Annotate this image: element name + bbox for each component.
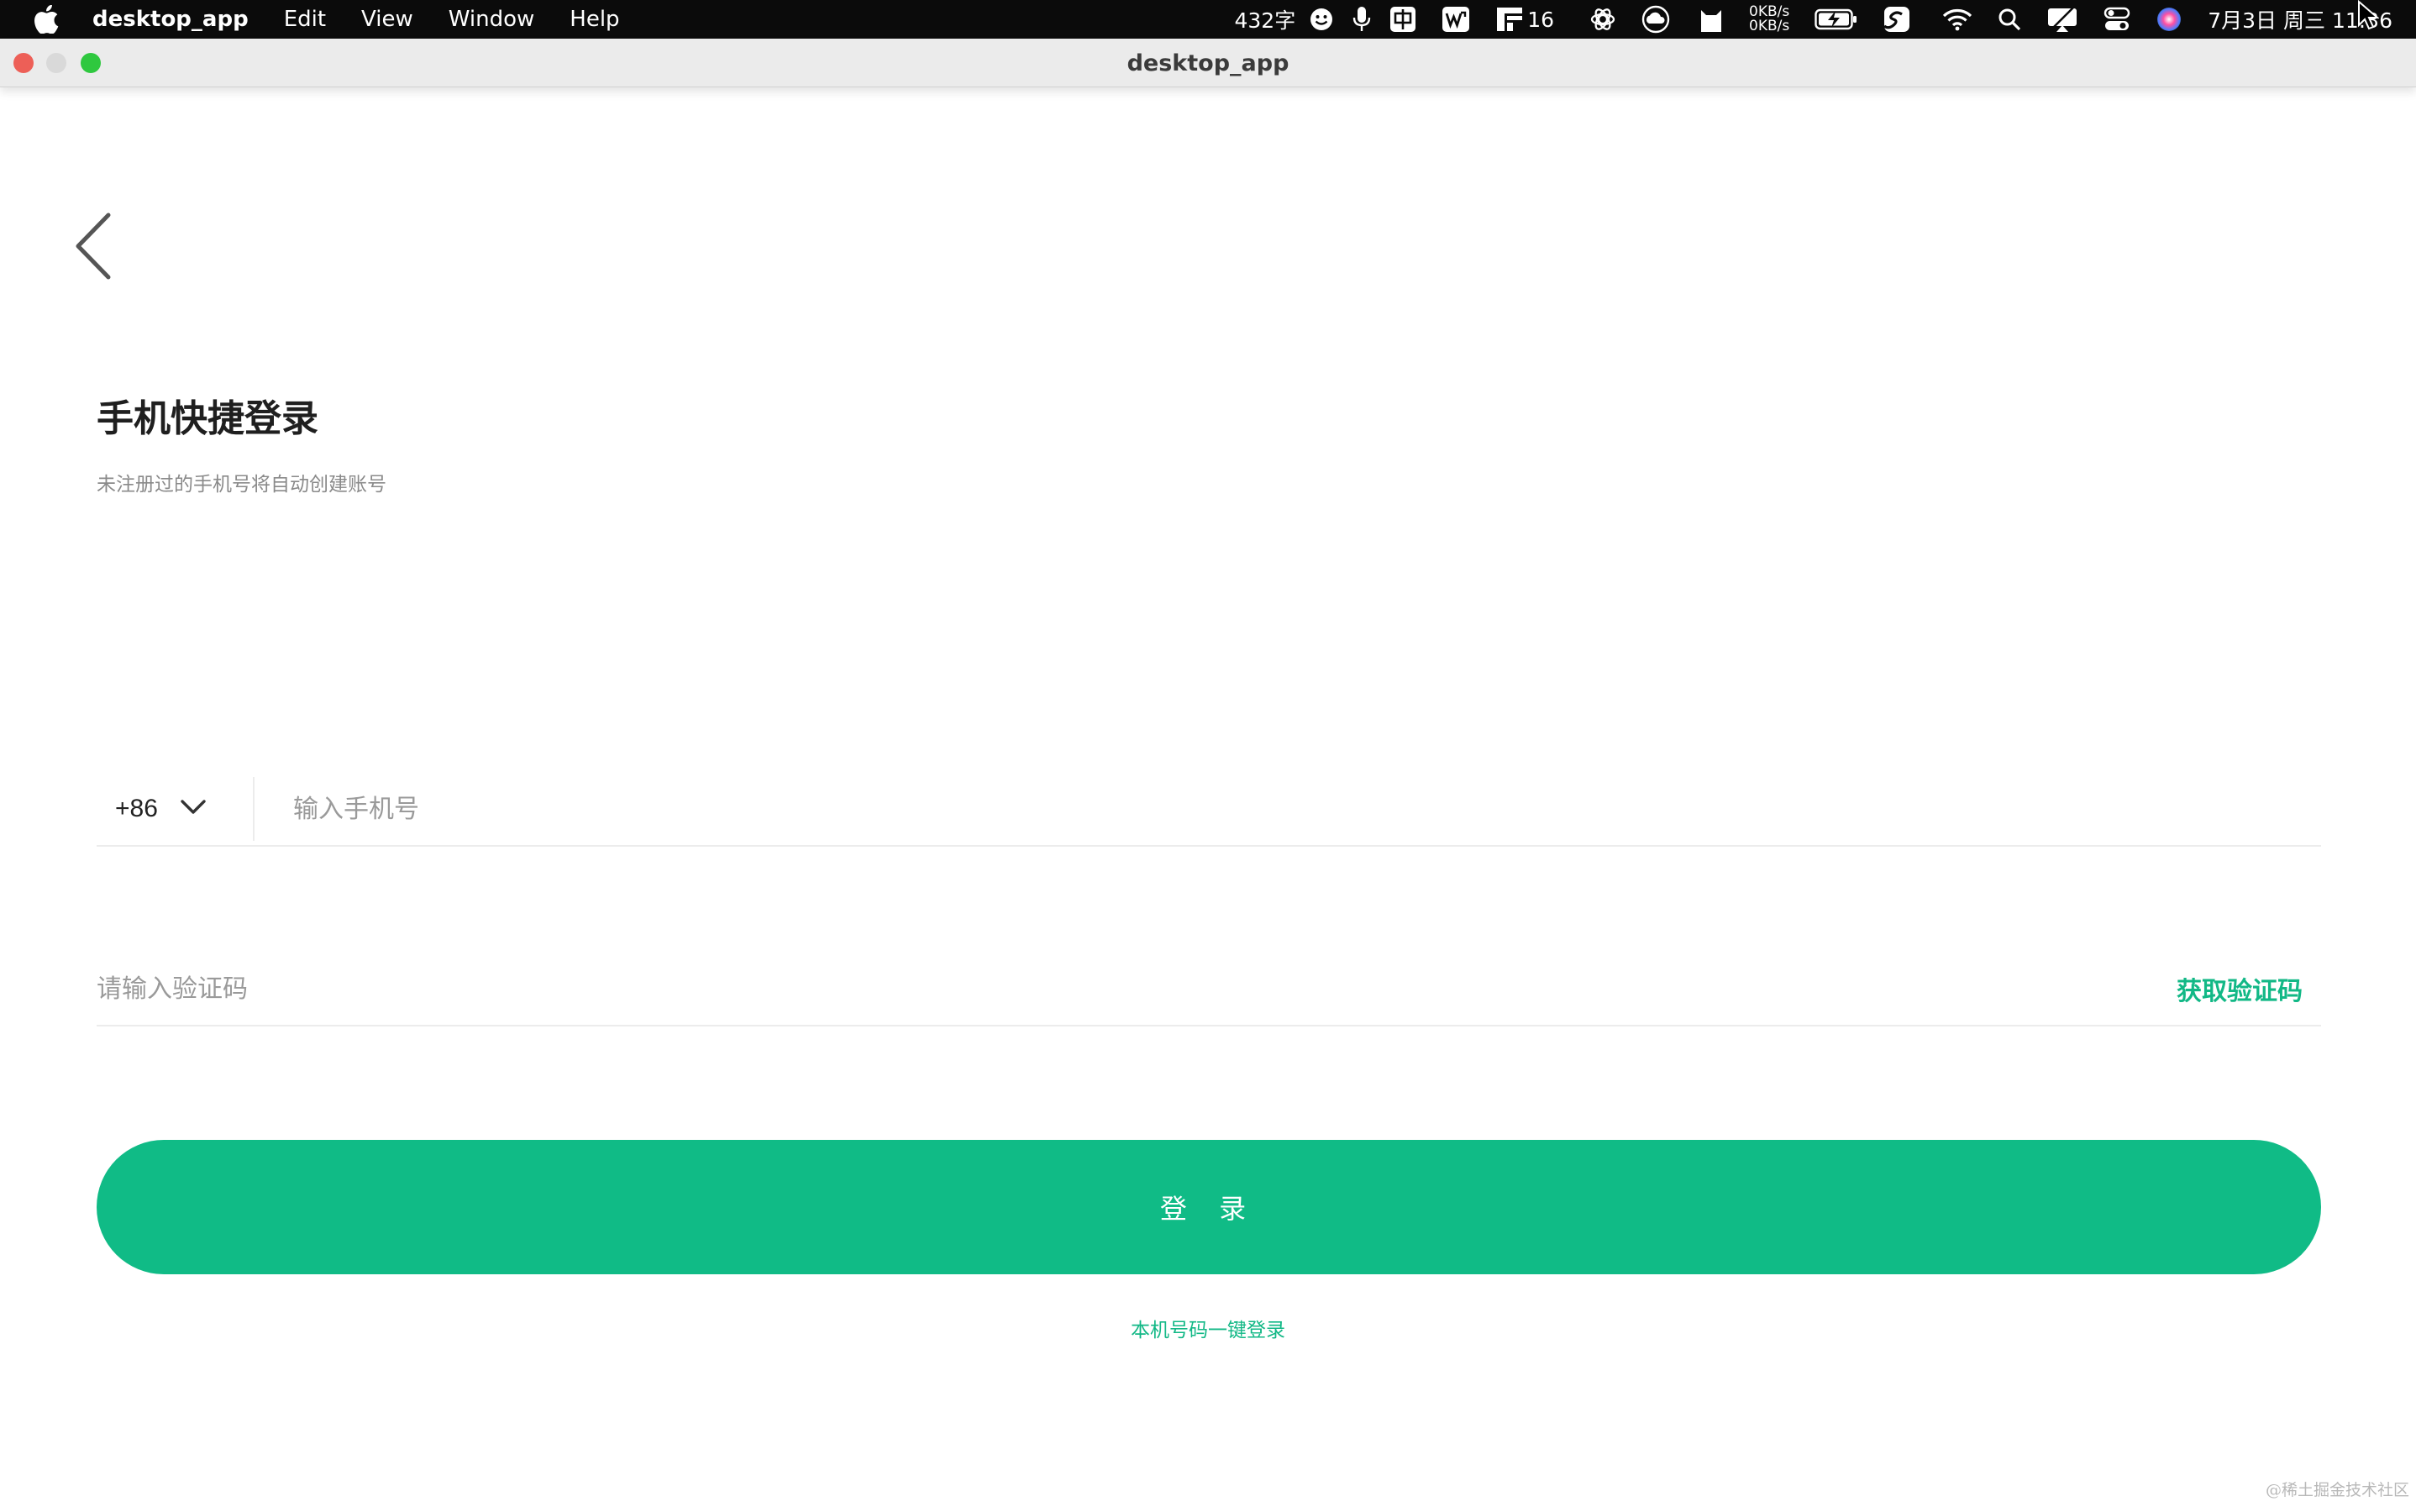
menu-edit[interactable]: Edit — [284, 7, 326, 32]
menu-window[interactable]: Window — [449, 7, 535, 32]
control-center-icon[interactable] — [2103, 7, 2130, 32]
window-title: desktop_app — [1127, 50, 1289, 76]
openai-icon[interactable] — [1589, 6, 1616, 33]
menu-bar: desktop_app Edit View Window Help 432字 1… — [0, 0, 2416, 39]
cat-icon[interactable] — [1699, 5, 1724, 34]
watermark: @稀土掘金技术社区 — [2265, 1481, 2409, 1499]
input-method-icon[interactable] — [1389, 6, 1416, 33]
phone-field-row: +86 — [97, 773, 2321, 847]
one-tap-login-link[interactable]: 本机号码一键登录 — [0, 1314, 2416, 1342]
mouse-cursor-icon — [2357, 0, 2380, 34]
page-title: 手机快捷登录 — [97, 397, 318, 440]
status-tray: 432字 16 0KB/s 0KB/s 7月3日 周三 11:36 — [1209, 0, 2392, 39]
docs-count: 16 — [1527, 7, 1555, 32]
sogou-icon[interactable] — [1883, 6, 1910, 33]
get-code-button[interactable]: 获取验证码 — [2177, 970, 2303, 1007]
window-titlebar: desktop_app — [0, 39, 2416, 87]
battery-charging-icon[interactable] — [1815, 8, 1858, 31]
verification-code-input[interactable] — [97, 957, 2177, 1021]
page-subtitle: 未注册过的手机号将自动创建账号 — [97, 474, 386, 496]
chevron-down-icon — [180, 799, 207, 820]
back-button[interactable] — [67, 210, 118, 286]
word-count[interactable]: 432字 — [1234, 4, 1295, 34]
country-code-selector[interactable]: +86 — [97, 777, 255, 841]
smiley-icon[interactable] — [1309, 7, 1334, 32]
verification-field-row: 获取验证码 — [97, 953, 2321, 1026]
wps-icon[interactable] — [1442, 6, 1470, 33]
chevron-left-icon — [71, 212, 113, 285]
siri-icon[interactable] — [2156, 6, 2182, 33]
network-speed[interactable]: 0KB/s 0KB/s — [1749, 5, 1789, 34]
country-code-value: +86 — [115, 795, 158, 822]
wifi-icon[interactable] — [1942, 8, 1972, 31]
phone-number-input[interactable] — [255, 777, 2321, 841]
login-button[interactable]: 登 录 — [97, 1140, 2321, 1274]
microphone-icon[interactable] — [1352, 6, 1371, 33]
apple-icon[interactable] — [34, 4, 60, 34]
net-down-speed: 0KB/s — [1749, 18, 1790, 34]
cloud-icon[interactable] — [1641, 5, 1670, 34]
docs-icon[interactable]: 16 — [1495, 6, 1554, 33]
menu-app-name[interactable]: desktop_app — [92, 7, 249, 32]
screen-mirroring-icon[interactable] — [2046, 6, 2078, 33]
menu-help[interactable]: Help — [570, 7, 619, 32]
menu-view[interactable]: View — [361, 7, 413, 32]
spotlight-search-icon[interactable] — [1998, 8, 2021, 31]
